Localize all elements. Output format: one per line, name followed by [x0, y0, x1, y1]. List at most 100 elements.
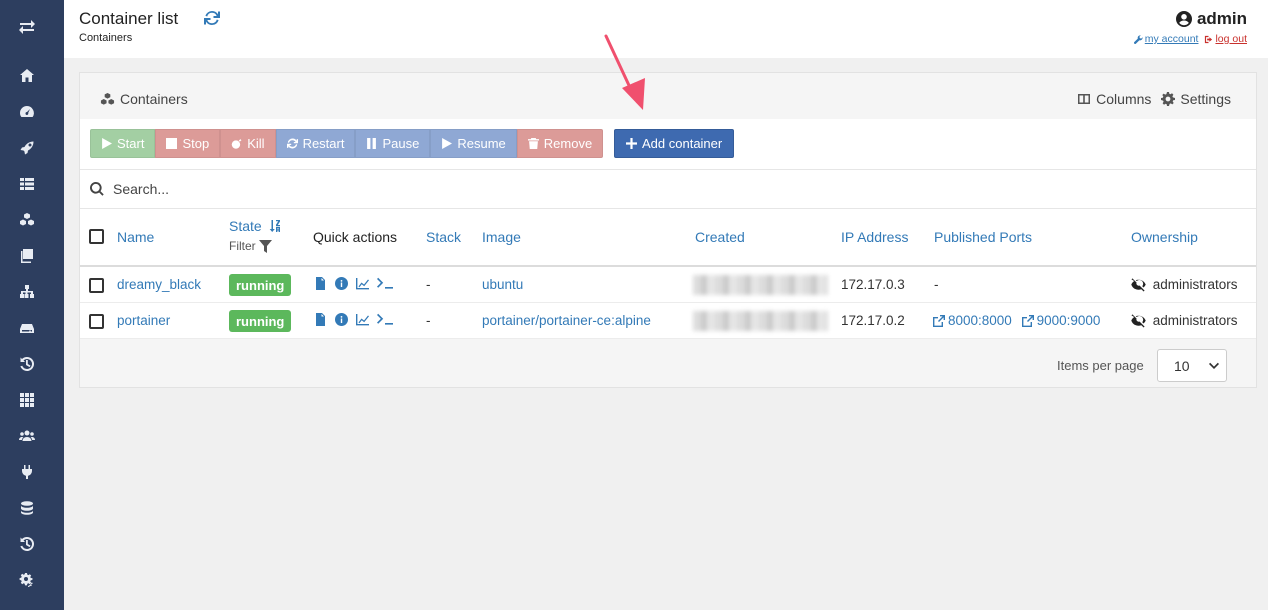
- panel-title: Containers: [100, 91, 188, 107]
- restart-button[interactable]: Restart: [275, 129, 356, 158]
- rocket-icon[interactable]: [17, 138, 37, 158]
- info-icon[interactable]: [335, 277, 348, 290]
- published-ports-value: 8000:8000 9000:9000: [933, 313, 1106, 330]
- sign-out-icon: [1205, 35, 1213, 43]
- stop-button[interactable]: Stop: [155, 129, 221, 158]
- annotation-arrow: [604, 34, 645, 110]
- log-out-link[interactable]: log out: [1204, 33, 1247, 45]
- users-icon[interactable]: [17, 426, 37, 446]
- page-title: Container list: [79, 9, 179, 28]
- quick-actions: [314, 277, 393, 290]
- filter-icon: [258, 239, 272, 253]
- stats-chart-icon[interactable]: [356, 313, 369, 326]
- columns-icon: [1078, 94, 1091, 104]
- column-name[interactable]: Name: [117, 229, 154, 245]
- console-icon[interactable]: [377, 277, 393, 290]
- networks-icon[interactable]: [17, 282, 37, 302]
- created-redacted: [693, 311, 828, 331]
- play-icon: [102, 138, 112, 149]
- home-icon[interactable]: [17, 66, 37, 86]
- logs-icon[interactable]: [314, 313, 327, 326]
- row-checkbox[interactable]: [89, 278, 104, 293]
- logs-icon[interactable]: [314, 277, 327, 290]
- kill-label: Kill: [247, 136, 265, 151]
- created-redacted: [693, 275, 828, 295]
- column-published-ports[interactable]: Published Ports: [934, 229, 1032, 245]
- my-account-link[interactable]: my account: [1133, 33, 1199, 45]
- chevron-down-icon: [1209, 362, 1219, 369]
- row-checkbox[interactable]: [89, 314, 104, 329]
- console-icon[interactable]: [377, 313, 393, 326]
- state-filter-label: Filter: [229, 239, 256, 253]
- items-per-page-select[interactable]: 10: [1157, 349, 1227, 382]
- columns-button[interactable]: Columns: [1077, 91, 1151, 107]
- search-bar: [80, 169, 1256, 209]
- column-image[interactable]: Image: [482, 229, 521, 245]
- username-label: admin: [1196, 9, 1247, 28]
- select-all-checkbox[interactable]: [89, 229, 104, 244]
- status-badge: running: [229, 310, 292, 332]
- host-icon[interactable]: [17, 390, 37, 410]
- table-header: Name State Filter Quick actions Stack Im…: [80, 209, 1256, 267]
- items-per-page-value: 10: [1174, 357, 1190, 374]
- settings-icon[interactable]: [17, 570, 37, 590]
- logo-arrows-icon[interactable]: [17, 17, 37, 37]
- dashboard-icon[interactable]: [17, 102, 37, 122]
- resume-button[interactable]: Resume: [430, 129, 517, 158]
- column-ownership[interactable]: Ownership: [1131, 229, 1198, 245]
- kill-button[interactable]: Kill: [220, 129, 276, 158]
- add-container-label: Add container: [642, 136, 723, 151]
- column-ip-address[interactable]: IP Address: [841, 229, 908, 245]
- plus-icon: [626, 138, 637, 149]
- user-name: admin: [1134, 9, 1247, 29]
- port-link[interactable]: 8000:8000: [933, 313, 1012, 328]
- table-row: portainer running - portainer/portainer-…: [80, 303, 1256, 339]
- registries-icon[interactable]: [17, 498, 37, 518]
- image-link[interactable]: ubuntu: [482, 277, 523, 292]
- quick-actions: [314, 313, 393, 326]
- ip-address-value: 172.17.0.3: [841, 277, 905, 292]
- container-name-link[interactable]: portainer: [117, 313, 170, 328]
- search-input[interactable]: [113, 178, 713, 200]
- items-per-page-label: Items per page: [1057, 358, 1144, 373]
- events-icon[interactable]: [17, 354, 37, 374]
- start-button[interactable]: Start: [90, 129, 156, 158]
- containers-panel: Containers Columns Settings Start Stop K…: [79, 72, 1257, 388]
- sidebar: [0, 0, 64, 610]
- remove-button[interactable]: Remove: [516, 129, 604, 158]
- images-icon[interactable]: [17, 246, 37, 266]
- cubes-icon: [100, 92, 115, 105]
- templates-icon[interactable]: [17, 174, 37, 194]
- refresh-icon[interactable]: [203, 9, 221, 27]
- endpoints-icon[interactable]: [17, 462, 37, 482]
- volumes-icon[interactable]: [17, 318, 37, 338]
- ownership-label: administrators: [1152, 313, 1238, 328]
- column-state[interactable]: State: [229, 218, 281, 234]
- containers-icon[interactable]: [17, 210, 37, 230]
- add-container-button[interactable]: Add container: [614, 129, 735, 158]
- user-block: admin my account log out: [1133, 9, 1247, 45]
- stop-label: Stop: [182, 136, 210, 151]
- bomb-icon: [231, 139, 242, 149]
- play-icon: [442, 138, 453, 149]
- column-created[interactable]: Created: [695, 229, 745, 245]
- pause-button[interactable]: Pause: [355, 129, 431, 158]
- stack-value: -: [426, 313, 431, 328]
- stats-chart-icon[interactable]: [356, 277, 369, 290]
- state-filter[interactable]: Filter: [229, 239, 272, 253]
- trash-icon: [527, 138, 539, 149]
- port-label: 8000:8000: [948, 313, 1012, 328]
- column-stack[interactable]: Stack: [426, 229, 461, 245]
- container-name-link[interactable]: dreamy_black: [117, 277, 201, 292]
- remove-label: Remove: [543, 136, 593, 151]
- column-state-label: State: [229, 218, 262, 234]
- activity-icon[interactable]: [17, 534, 37, 554]
- port-link[interactable]: 9000:9000: [1021, 313, 1100, 328]
- gear-icon: [1161, 92, 1176, 106]
- ip-address-value: 172.17.0.2: [841, 313, 905, 328]
- my-account-label: my account: [1144, 33, 1199, 45]
- info-icon[interactable]: [335, 313, 348, 326]
- settings-button[interactable]: Settings: [1161, 91, 1231, 107]
- settings-label: Settings: [1180, 91, 1231, 107]
- image-link[interactable]: portainer/portainer-ce:alpine: [482, 313, 651, 328]
